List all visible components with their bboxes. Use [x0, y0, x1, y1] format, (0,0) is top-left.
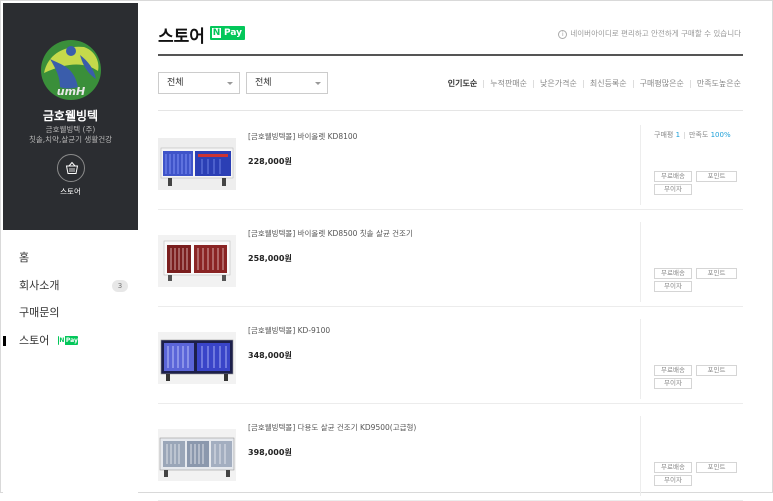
sort-satisfaction[interactable]: 만족도높은순	[697, 79, 741, 88]
company-name: 금호웰빙텍	[42, 109, 99, 123]
sidebar-item-label: 홈	[19, 251, 30, 264]
tag-points: 포인트	[696, 171, 737, 182]
tag-interest-free: 무이자	[654, 281, 692, 292]
product-image[interactable]	[158, 332, 236, 384]
sidebar: umH 금호웰빙텍 금호웰빙텍 (주) 칫솔,치약,살균기 생활건강 스토어 홈…	[3, 3, 138, 493]
sort-sales[interactable]: 누적판매순	[490, 79, 527, 88]
tag-free-shipping: 무료배송	[654, 268, 692, 279]
sidebar-item-inquiry[interactable]: 구매문의	[3, 299, 138, 327]
sidebar-item-label: 회사소개	[19, 278, 60, 292]
product-item: [금호웰빙텍몰] 다용도 살균 건조기 KD9500(고급형) 398,000원…	[158, 404, 743, 501]
column-divider	[640, 319, 641, 399]
satisfaction-label: 만족도	[689, 131, 709, 139]
profile-panel: umH 금호웰빙텍 금호웰빙텍 (주) 칫솔,치약,살균기 생활건강 스토어	[3, 3, 138, 230]
column-divider	[640, 222, 641, 302]
sort-newest[interactable]: 최신등록순	[590, 79, 627, 88]
product-name[interactable]: [금호웰빙텍몰] 바이올렛 KD8500 칫솔 살균 건조기	[248, 228, 413, 239]
title-divider	[158, 54, 743, 56]
tag-interest-free: 무이자	[654, 475, 692, 486]
store-label: 스토어	[60, 187, 81, 196]
sort-low-price[interactable]: 낮은가격순	[540, 79, 577, 88]
tag-points: 포인트	[696, 365, 737, 376]
review-label: 구매평	[654, 131, 674, 139]
column-divider	[640, 416, 641, 496]
npay-text: Pay	[65, 337, 78, 344]
main-content: 스토어 N Pay i 네이버아이디로 편리하고 안전하게 구매할 수 있습니다 전…	[158, 0, 743, 501]
product-price: 398,000원	[248, 448, 292, 457]
npay-logo: N Pay	[210, 26, 245, 40]
basket-icon	[65, 161, 79, 174]
tag-interest-free: 무이자	[654, 378, 692, 389]
tag-free-shipping: 무료배송	[654, 171, 692, 182]
product-price: 258,000원	[248, 254, 292, 263]
product-name[interactable]: [금호웰빙텍몰] KD-9100	[248, 325, 330, 336]
tag-interest-free: 무이자	[654, 184, 692, 195]
info-icon: i	[558, 29, 568, 39]
company-description: 칫솔,치약,살균기 생활건강	[28, 135, 113, 144]
product-item: [금호웰빙텍몰] 바이올렛 KD8500 칫솔 살균 건조기 258,000원 …	[158, 210, 743, 307]
sort-reviews[interactable]: 구매평많은순	[640, 79, 684, 88]
npay-notice: i 네이버아이디로 편리하고 안전하게 구매할 수 있습니다	[558, 28, 741, 39]
product-name[interactable]: [금호웰빙텍몰] 다용도 살균 건조기 KD9500(고급형)	[248, 422, 416, 433]
category-select-1[interactable]: 전체	[158, 72, 240, 94]
tag-free-shipping: 무료배송	[654, 365, 692, 376]
category-select-2[interactable]: 전체	[246, 72, 328, 94]
product-image[interactable]	[158, 235, 236, 287]
list-divider	[158, 110, 743, 111]
product-stats: 구매평 1 만족도 100%	[654, 130, 731, 140]
product-image[interactable]	[158, 429, 236, 481]
npay-text: Pay	[224, 28, 243, 38]
sidebar-item-label: 구매문의	[19, 306, 60, 319]
product-item: [금호웰빙텍몰] KD-9100 348,000원 무료배송 포인트 무이자	[158, 307, 743, 404]
sidebar-item-home[interactable]: 홈	[3, 244, 138, 272]
npay-n-mark: N	[212, 28, 221, 38]
sidebar-item-label: 스토어	[19, 333, 50, 347]
company-logo: umH	[41, 40, 101, 100]
page-title: 스토어	[158, 27, 205, 47]
tag-free-shipping: 무료배송	[654, 462, 692, 473]
npay-badge: NPay	[57, 336, 78, 345]
chevron-down-icon	[227, 82, 233, 85]
satisfaction-value: 100%	[710, 131, 731, 139]
sort-popular[interactable]: 인기도순	[448, 79, 477, 88]
store-button[interactable]	[57, 154, 85, 182]
logo-text: umH	[57, 85, 86, 98]
select-value: 전체	[255, 78, 272, 88]
chevron-down-icon	[315, 82, 321, 85]
notice-text: 네이버아이디로 편리하고 안전하게 구매할 수 있습니다	[570, 29, 741, 38]
npay-n-mark: N	[58, 336, 65, 345]
product-price: 348,000원	[248, 351, 292, 360]
sort-options: 인기도순 누적판매순 낮은가격순 최신등록순 구매평많은순 만족도높은순	[448, 78, 741, 89]
sidebar-item-store[interactable]: 스토어 NPay	[3, 327, 138, 355]
product-price: 228,000원	[248, 157, 292, 166]
review-count[interactable]: 1	[676, 131, 680, 139]
tag-points: 포인트	[696, 462, 737, 473]
count-badge: 3	[112, 279, 128, 292]
sidebar-item-company[interactable]: 회사소개 3	[3, 272, 138, 300]
column-divider	[640, 125, 641, 205]
product-name[interactable]: [금호웰빙텍몰] 바이올렛 KD8100	[248, 131, 357, 142]
sidebar-nav: 홈 회사소개 3 구매문의 스토어 NPay	[3, 244, 138, 354]
product-item: [금호웰빙텍몰] 바이올렛 KD8100 228,000원 구매평 1 만족도 1…	[158, 113, 743, 210]
tag-points: 포인트	[696, 268, 737, 279]
select-value: 전체	[167, 78, 184, 88]
product-image[interactable]	[158, 138, 236, 190]
